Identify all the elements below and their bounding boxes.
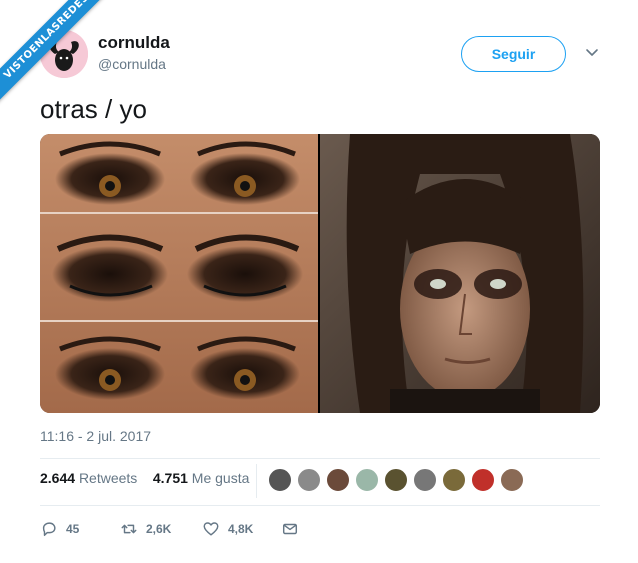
tweet-timestamp[interactable]: 11:16 - 2 jul. 2017: [40, 428, 151, 444]
heart-icon: [203, 522, 219, 536]
reply-button[interactable]: 45: [40, 518, 79, 540]
liker-avatar[interactable]: [442, 468, 466, 492]
watermark-ribbon: VISTOENLASREDES: [0, 0, 120, 120]
tweet-media[interactable]: [40, 134, 600, 413]
retweets-count: 2.644: [40, 470, 76, 486]
media-image-left[interactable]: [40, 134, 318, 413]
tweet-header: cornulda @cornulda Seguir: [40, 30, 600, 80]
liker-avatar[interactable]: [297, 468, 321, 492]
follow-button[interactable]: Seguir: [461, 36, 566, 72]
divider: [40, 505, 600, 506]
liker-avatar[interactable]: [413, 468, 437, 492]
reply-count: 45: [66, 522, 80, 536]
tweet-stats: 2.644 Retweets 4.751 Me gusta: [40, 464, 600, 498]
liker-avatar[interactable]: [268, 468, 292, 492]
stats-separator: [256, 464, 257, 498]
retweet-icon: [121, 524, 137, 534]
retweet-button[interactable]: 2,6K: [120, 518, 171, 540]
watermark-text: VISTOENLASREDES: [0, 0, 115, 105]
retweets-stat[interactable]: 2.644 Retweets: [40, 470, 141, 486]
like-button[interactable]: 4,8K: [202, 518, 253, 540]
likes-stat[interactable]: 4.751 Me gusta: [153, 470, 250, 486]
media-image-right[interactable]: [320, 134, 600, 413]
liker-avatar[interactable]: [384, 468, 408, 492]
liker-avatar[interactable]: [326, 468, 350, 492]
retweet-count: 2,6K: [146, 522, 172, 536]
direct-message-button[interactable]: [281, 518, 299, 540]
divider: [40, 458, 600, 459]
envelope-icon: [282, 523, 298, 535]
retweets-label: Retweets: [78, 470, 138, 486]
liker-avatar[interactable]: [471, 468, 495, 492]
chevron-down-icon[interactable]: [584, 44, 600, 60]
likes-count: 4.751: [152, 470, 188, 486]
like-count: 4,8K: [228, 522, 254, 536]
likes-label: Me gusta: [191, 470, 250, 486]
liker-avatar[interactable]: [355, 468, 379, 492]
tweet-actions: 45 2,6K 4,8K: [40, 518, 600, 540]
reply-icon: [42, 522, 56, 537]
liker-avatar[interactable]: [500, 468, 524, 492]
